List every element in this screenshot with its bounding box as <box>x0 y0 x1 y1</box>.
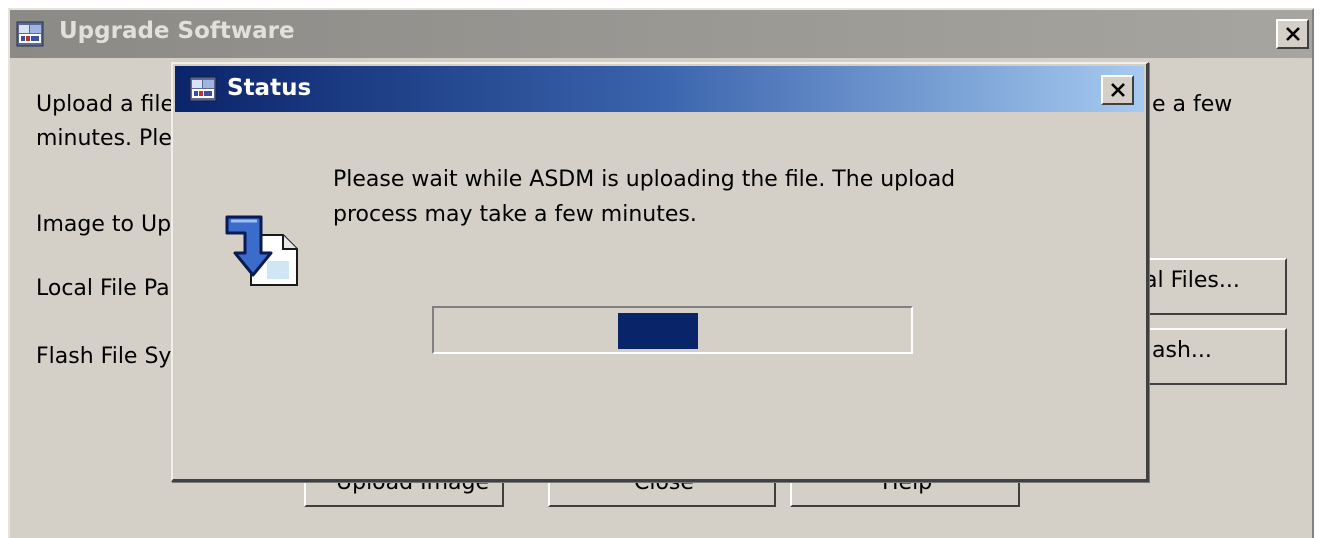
local-file-path-label: Local File Pa <box>36 276 170 301</box>
parent-titlebar[interactable]: Upgrade Software <box>10 10 1312 58</box>
asdm-app-icon <box>16 19 46 49</box>
status-dialog-title: Status <box>227 75 312 101</box>
asdm-app-icon <box>189 74 219 104</box>
status-dialog: Status Please wait while ASDM is uploadi… <box>171 62 1149 482</box>
status-titlebar[interactable]: Status <box>175 66 1144 112</box>
parent-close-button[interactable] <box>1276 19 1309 49</box>
status-close-button[interactable] <box>1101 75 1134 105</box>
upload-file-icon <box>221 209 303 293</box>
close-icon <box>1285 27 1300 41</box>
parent-intro-line1: Upload a file <box>36 92 175 117</box>
status-message: Please wait while ASDM is uploading the … <box>333 162 1013 232</box>
flash-file-system-label: Flash File Sy <box>36 344 172 369</box>
upload-progress-bar <box>432 306 913 354</box>
browse-flash-label: ash... <box>1152 338 1212 363</box>
browse-local-files-label: al Files... <box>1144 268 1240 293</box>
image-to-upload-label: Image to Up <box>36 212 172 237</box>
parent-intro-line2: minutes. Ple <box>36 126 172 151</box>
close-icon <box>1110 83 1125 97</box>
status-message-line1: Please wait while ASDM is uploading the … <box>333 167 956 192</box>
status-message-line2: process may take a few minutes. <box>333 202 697 227</box>
parent-intro-line1-right: e a few <box>1152 92 1233 117</box>
progress-indicator-block <box>618 313 698 349</box>
parent-window-title: Upgrade Software <box>59 18 295 44</box>
